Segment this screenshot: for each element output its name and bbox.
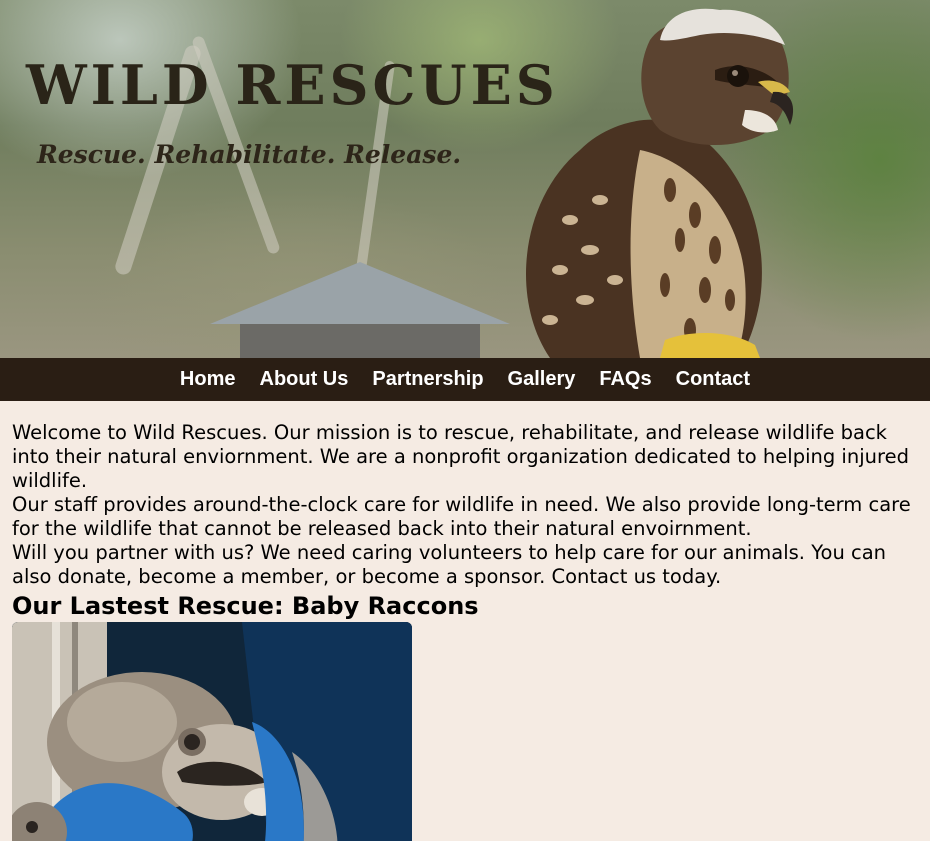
baby-raccoons-image <box>12 622 412 841</box>
main-navigation: Home About Us Partnership Gallery FAQs C… <box>0 358 930 401</box>
partner-paragraph: Will you partner with us? We need caring… <box>12 541 887 588</box>
staff-paragraph: Our staff provides around-the-clock care… <box>12 493 911 540</box>
nav-link-gallery[interactable]: Gallery <box>496 358 588 401</box>
site-logo[interactable]: WILD RESCUES <box>26 58 559 112</box>
main-content: Welcome to Wild Rescues. Our mission is … <box>0 401 930 841</box>
nav-link-contact[interactable]: Contact <box>664 358 762 401</box>
hero-banner: WILD RESCUES Rescue. Rehabilitate. Relea… <box>0 0 930 358</box>
nav-link-faqs[interactable]: FAQs <box>587 358 663 401</box>
latest-rescue-heading: Our Lastest Rescue: Baby Raccons <box>12 592 479 620</box>
nav-link-partnership[interactable]: Partnership <box>360 358 495 401</box>
background-shed <box>210 262 510 358</box>
nav-link-about-us[interactable]: About Us <box>248 358 361 401</box>
site-tagline: Rescue. Rehabilitate. Release. <box>37 140 462 169</box>
welcome-paragraph: Welcome to Wild Rescues. Our mission is … <box>12 421 909 492</box>
nav-link-home[interactable]: Home <box>168 358 248 401</box>
